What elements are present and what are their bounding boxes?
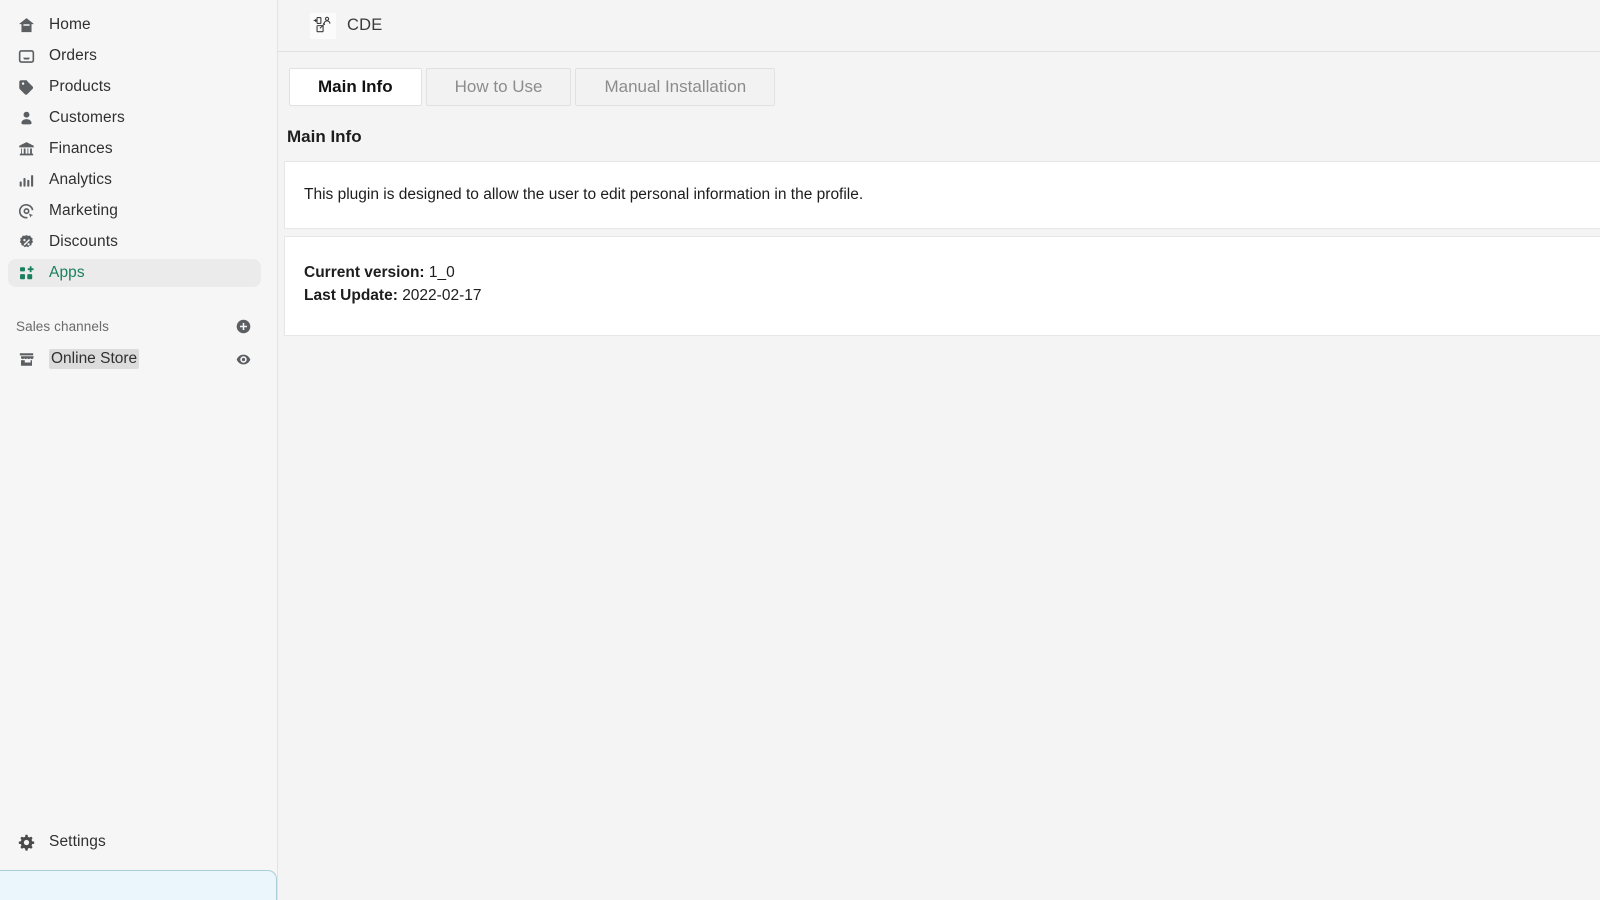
tab-how-to-use[interactable]: How to Use — [425, 68, 572, 106]
sidebar-item-online-store[interactable]: Online Store — [8, 345, 261, 373]
tab-label: Manual Installation — [604, 77, 747, 96]
sidebar-bottom-panel — [0, 870, 277, 900]
plugin-description-text: This plugin is designed to allow the use… — [304, 186, 864, 203]
sidebar: Home Orders Products Customers Finances … — [0, 0, 278, 900]
main-content-area: CDE Main Info How to Use Manual Installa… — [278, 0, 1600, 900]
app-header: CDE — [278, 0, 1600, 52]
orders-icon — [16, 46, 36, 66]
current-version-row: Current version: 1_0 — [304, 262, 1578, 284]
sidebar-item-label: Marketing — [49, 202, 118, 220]
sales-channels-label: Sales channels — [16, 318, 109, 334]
discounts-percent-icon — [16, 232, 36, 252]
sidebar-item-label: Discounts — [49, 233, 118, 251]
sidebar-item-settings[interactable]: Settings — [8, 828, 261, 856]
sidebar-item-discounts[interactable]: Discounts — [8, 228, 261, 256]
sidebar-item-finances[interactable]: Finances — [8, 135, 261, 163]
eye-icon[interactable] — [233, 349, 253, 369]
sidebar-item-home[interactable]: Home — [8, 11, 261, 39]
analytics-bars-icon — [16, 170, 36, 190]
customers-person-icon — [16, 108, 36, 128]
sidebar-item-label: Finances — [49, 140, 113, 158]
sidebar-item-label: Products — [49, 78, 111, 96]
sidebar-item-label: Apps — [49, 264, 85, 282]
last-update-label: Last Update: — [304, 286, 398, 304]
main-body: Main Info How to Use Manual Installation… — [278, 68, 1600, 337]
plugin-version-card: Current version: 1_0 Last Update: 2022-0… — [284, 236, 1600, 337]
gear-icon — [16, 832, 36, 852]
marketing-target-icon — [16, 201, 36, 221]
sidebar-item-label: Orders — [49, 47, 97, 65]
tab-label: Main Info — [318, 77, 393, 96]
plugin-edit-profile-icon — [310, 12, 336, 39]
last-update-row: Last Update: 2022-02-17 — [304, 285, 1578, 307]
sales-channels-section: Sales channels Online Store — [0, 313, 277, 373]
storefront-icon — [16, 349, 36, 369]
section-title: Main Info — [287, 127, 362, 146]
apps-grid-plus-icon — [16, 263, 36, 283]
tab-main-info[interactable]: Main Info — [289, 68, 422, 106]
plugin-description-card: This plugin is designed to allow the use… — [284, 161, 1600, 230]
sidebar-item-apps[interactable]: Apps — [8, 259, 261, 287]
sidebar-item-analytics[interactable]: Analytics — [8, 166, 261, 194]
sidebar-item-label: Settings — [49, 833, 106, 851]
home-icon — [16, 15, 36, 35]
admin-app-window: Home Orders Products Customers Finances … — [0, 0, 1600, 900]
sales-channels-header: Sales channels — [8, 313, 261, 339]
sidebar-item-products[interactable]: Products — [8, 73, 261, 101]
sidebar-item-label: Home — [49, 16, 91, 34]
sidebar-item-customers[interactable]: Customers — [8, 104, 261, 132]
circle-plus-icon[interactable] — [233, 316, 253, 336]
sidebar-item-marketing[interactable]: Marketing — [8, 197, 261, 225]
current-version-value: 1_0 — [428, 264, 455, 282]
tab-manual-installation[interactable]: Manual Installation — [575, 68, 776, 106]
sidebar-item-label: Analytics — [49, 171, 112, 189]
sidebar-item-label: Online Store — [49, 349, 140, 369]
sidebar-item-orders[interactable]: Orders — [8, 42, 261, 70]
sidebar-nav: Home Orders Products Customers Finances … — [0, 0, 277, 287]
tab-label: How to Use — [454, 77, 543, 96]
finances-bank-icon — [16, 139, 36, 159]
tab-bar: Main Info How to Use Manual Installation — [289, 68, 1600, 106]
current-version-label: Current version: — [304, 264, 425, 282]
sidebar-settings-section: Settings — [0, 825, 277, 859]
page-title: CDE — [347, 16, 383, 34]
products-tag-icon — [16, 77, 36, 97]
last-update-value: 2022-02-17 — [402, 286, 482, 304]
sidebar-item-label: Customers — [49, 109, 125, 127]
